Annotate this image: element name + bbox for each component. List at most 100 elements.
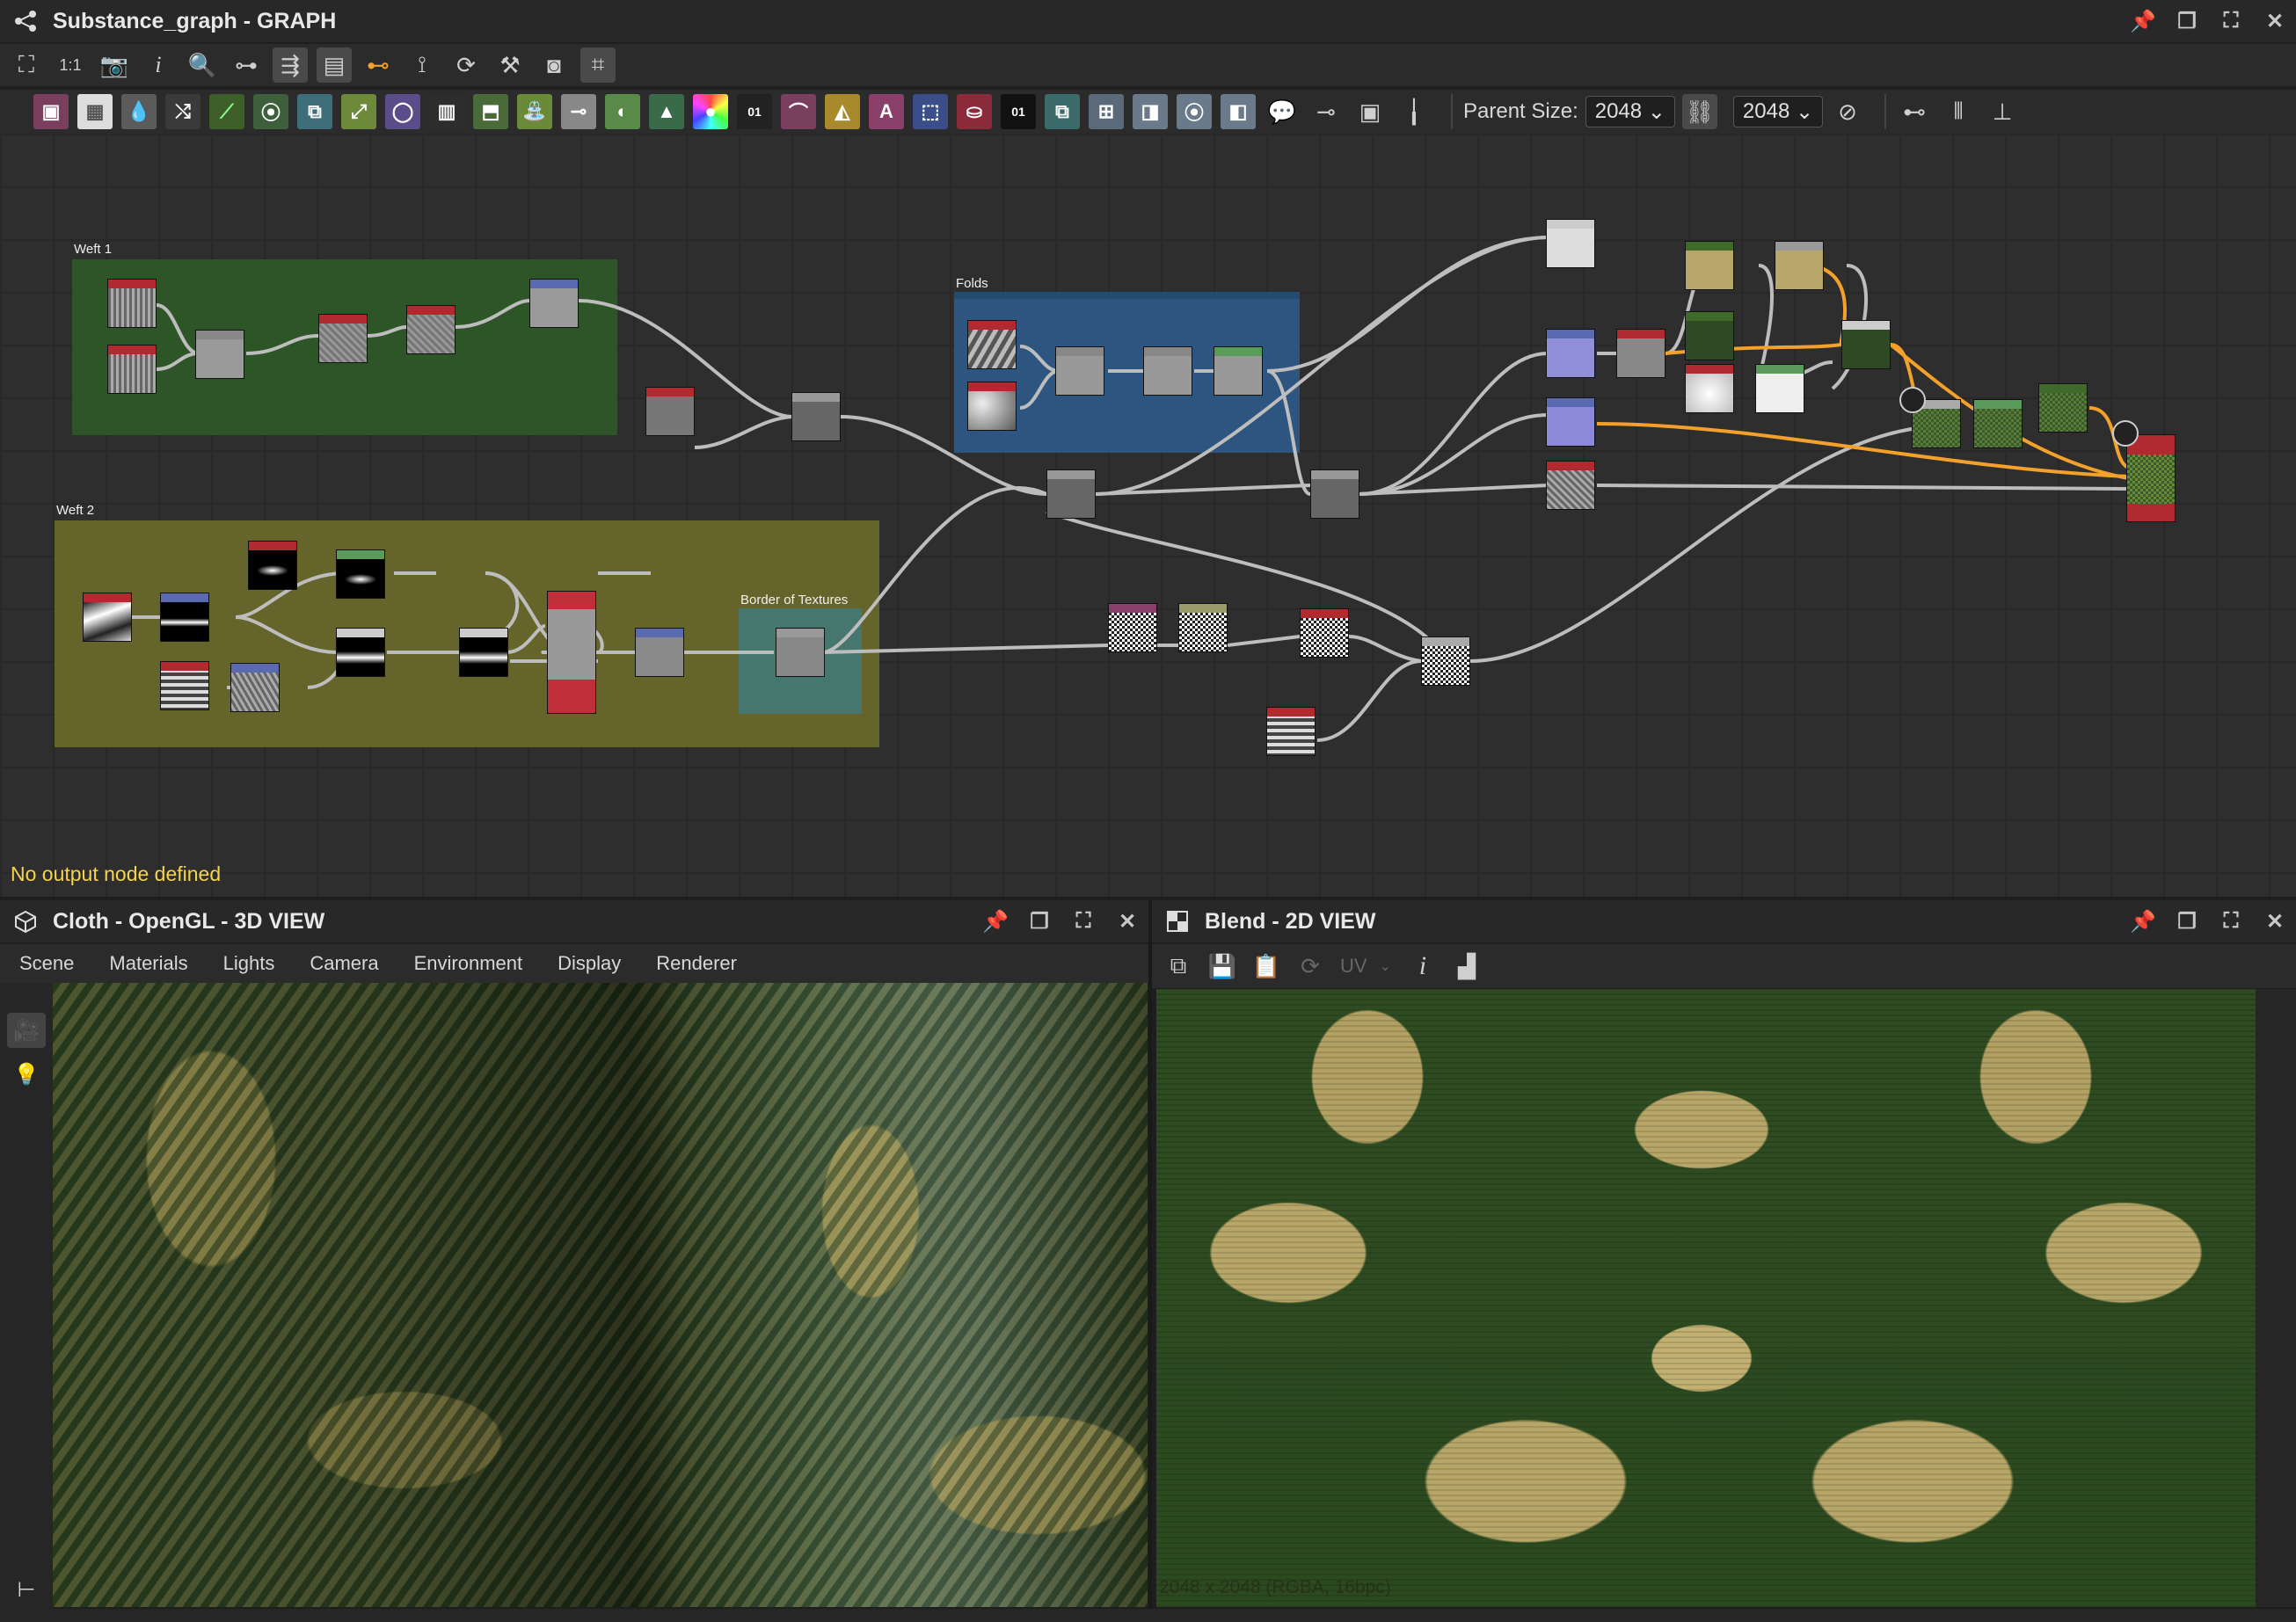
node-weft1-noise-b[interactable] [107,345,157,394]
distribute-icon[interactable]: ⊥ [1985,94,2020,129]
link-size-icon[interactable]: ⛓ [1681,94,1717,129]
graph-canvas[interactable]: Weft 1 Weft 2 Border of Textures Folds N… [0,134,2296,897]
camera-tool-icon[interactable]: 🎥 [7,1013,46,1048]
restore-icon[interactable]: ❐ [1027,909,1052,934]
align-vertical-icon[interactable]: ⫴ [1941,94,1976,129]
node-red-gray[interactable] [1616,329,1666,378]
tools-icon[interactable]: ⚒ [492,47,528,83]
node-stripes-b[interactable] [1266,707,1316,756]
node-noise-chain-a[interactable] [1108,603,1157,652]
node-weft2-shape-d[interactable] [459,628,508,677]
node-white-noise[interactable] [1685,364,1734,413]
link-orange-icon[interactable]: ⊷ [361,47,396,83]
close-icon[interactable]: ✕ [2263,9,2287,33]
node-tan-b[interactable] [1775,241,1824,290]
fx-map-icon[interactable]: 01 [737,94,772,129]
node-uniform-gray[interactable] [645,387,695,436]
hue-node-icon[interactable]: ◐ [605,94,640,129]
node-light-gray[interactable] [1546,219,1595,268]
align-horizontal-icon[interactable]: ⊷ [1897,94,1932,129]
value-processor-icon[interactable]: 01 [1001,94,1036,129]
node-weft1-pattern-b[interactable] [406,305,456,354]
menu-materials[interactable]: Materials [109,952,187,975]
function-graph-icon[interactable]: ⦿ [1177,94,1212,129]
zoom-one-to-one-icon[interactable]: 1:1 [53,47,88,83]
menu-environment[interactable]: Environment [414,952,523,975]
refresh-icon[interactable]: ⟳ [448,47,484,83]
crop-node-icon[interactable]: ⬚ [913,94,948,129]
parent-height-select[interactable]: 2048 ⌄ [1732,96,1824,127]
graph-output-icon[interactable]: ▣ [1352,94,1388,129]
histogram-icon[interactable]: ▟ [1449,949,1484,984]
node-blue-input-a[interactable] [1546,329,1595,378]
node-dark-green-a[interactable] [1685,311,1734,360]
node-weft1-blend[interactable] [195,330,244,379]
output-node-icon[interactable]: ⧉ [1045,94,1080,129]
node-weft2-warp[interactable] [230,663,280,712]
node-dark-green-b[interactable] [1841,320,1891,369]
node-noise-chain-b[interactable] [1178,603,1228,652]
node-moss-c[interactable] [2038,383,2088,433]
mirror-node-icon[interactable]: ◭ [825,94,860,129]
maximize-icon[interactable]: ⛶ [1071,909,1096,934]
node-weft2-shape-c[interactable] [336,628,385,677]
bitmap-node-icon[interactable]: ▣ [33,94,69,129]
view2d-viewport[interactable] [1156,989,2256,1607]
node-white-plain[interactable] [1755,364,1804,413]
parent-width-select[interactable]: 2048 ⌄ [1585,96,1675,127]
switch-node-icon[interactable]: ⊸ [561,94,596,129]
menu-renderer[interactable]: Renderer [656,952,737,975]
scene-tree-icon[interactable]: ⊢ [7,1572,46,1607]
uv-dropdown-icon[interactable]: ⌄ [1380,957,1391,975]
restore-icon[interactable]: ❐ [2175,9,2199,33]
normal-node-icon[interactable]: ⬒ [473,94,508,129]
comment-layout-icon[interactable]: ▤ [317,47,352,83]
color-wheel-icon[interactable]: ● [693,94,728,129]
close-icon[interactable]: ✕ [2263,909,2287,934]
cube-marker-icon[interactable] [2112,420,2139,447]
node-weft2-gradient[interactable] [83,593,132,642]
pin-icon[interactable]: 📌 [2130,909,2156,934]
pin-icon[interactable]: 📌 [2130,9,2156,33]
dot-node-icon[interactable]: ╽ [1396,94,1432,129]
pin-icon[interactable]: 📌 [982,909,1009,934]
node-folds-blend-b[interactable] [1143,346,1192,396]
node-weft1-pattern-a[interactable] [318,314,368,363]
copy-image-icon[interactable]: ⧉ [1161,949,1196,984]
node-border-blend[interactable] [776,628,825,677]
output-marker-icon[interactable] [1899,387,1926,413]
maximize-icon[interactable]: ⛶ [2219,9,2243,33]
preview-icon[interactable]: ◙ [536,47,572,83]
info-icon[interactable]: i [1405,949,1440,984]
reset-size-icon[interactable]: ⊘ [1830,94,1865,129]
pixel-processor-icon[interactable]: ⌒ [781,94,816,129]
curve-node-icon[interactable]: ⟋ [209,94,244,129]
pin-node-icon[interactable]: ⊸ [1308,94,1344,129]
maximize-icon[interactable]: ⛶ [2219,909,2243,934]
frame-node-icon[interactable]: ◧ [1221,94,1256,129]
input-value-icon[interactable]: ◨ [1133,94,1168,129]
node-merge-a[interactable] [791,392,841,441]
blur-node-icon[interactable]: ◯ [385,94,420,129]
node-folds-output[interactable] [1214,346,1263,396]
warp-node-icon[interactable]: ⧉ [297,94,332,129]
node-weft1-output[interactable] [529,279,579,328]
menu-display[interactable]: Display [558,952,621,975]
node-moss-b[interactable] [1973,399,2023,448]
levels-node-icon[interactable]: ▥ [429,94,464,129]
node-tan-a[interactable] [1685,241,1734,290]
text-node-icon[interactable]: A [869,94,904,129]
node-folds-blend-a[interactable] [1055,346,1104,396]
node-merge-b[interactable] [1046,469,1096,519]
menu-lights[interactable]: Lights [223,952,275,975]
node-weft2-tile-a[interactable] [160,593,209,642]
comment-icon[interactable]: 💬 [1265,94,1300,129]
gradient-map-icon[interactable]: ⤢ [341,94,376,129]
node-blue-input-b[interactable] [1546,397,1595,447]
paste-icon[interactable]: 📋 [1249,949,1284,984]
restore-icon[interactable]: ❐ [2175,909,2199,934]
node-final-blend[interactable] [2126,434,2176,522]
snap-grid-icon[interactable]: ⌗ [580,47,616,83]
view2d-scrollbar[interactable] [2256,989,2296,1607]
connect-icon[interactable]: ⊶ [229,47,264,83]
